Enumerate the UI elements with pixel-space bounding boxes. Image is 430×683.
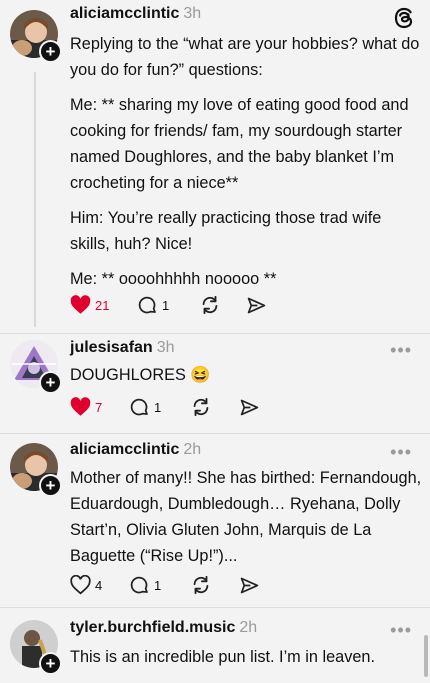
comment-button[interactable]: 1 bbox=[137, 293, 169, 317]
post-text: This is an incredible pun list. I’m in l… bbox=[70, 644, 422, 679]
post-time: 3h bbox=[183, 5, 202, 22]
share-icon bbox=[240, 577, 259, 593]
repost-icon bbox=[193, 575, 209, 595]
like-count: 4 bbox=[95, 577, 103, 593]
post-time: 3h bbox=[156, 339, 175, 356]
post-paragraph: Replying to the “what are your hobbies? … bbox=[70, 35, 420, 79]
reply-count: 1 bbox=[154, 399, 162, 415]
more-icon[interactable]: ••• bbox=[390, 620, 412, 641]
username[interactable]: aliciamcclintic 2h bbox=[70, 441, 201, 459]
post-paragraph: DOUGHLORES 😆 bbox=[70, 366, 211, 384]
like-count: 7 bbox=[95, 399, 103, 415]
thread-post: + aliciamcclintic 3h Replying to the “wha… bbox=[0, 0, 430, 335]
more-icon[interactable]: ••• bbox=[390, 442, 412, 463]
share-button[interactable] bbox=[239, 395, 260, 419]
comment-button[interactable]: 1 bbox=[129, 395, 161, 419]
scrollbar[interactable] bbox=[424, 635, 428, 677]
share-icon bbox=[247, 297, 266, 313]
heart-icon bbox=[70, 575, 91, 595]
repost-button[interactable] bbox=[199, 293, 221, 317]
reply-count: 1 bbox=[154, 577, 162, 593]
share-icon bbox=[240, 399, 259, 415]
comment-icon bbox=[130, 398, 148, 415]
thread-post: + tyler.burchfield.music 2h ••• This is a… bbox=[0, 608, 430, 683]
like-button[interactable]: 4 bbox=[70, 573, 102, 597]
thread-post: + julesisafan 3h ••• DOUGHLORES 😆 7 1 bbox=[0, 334, 430, 434]
username[interactable]: aliciamcclintic 3h bbox=[70, 5, 201, 23]
comment-icon bbox=[138, 296, 156, 313]
share-button[interactable] bbox=[239, 573, 260, 597]
more-icon[interactable]: ••• bbox=[390, 340, 412, 361]
post-paragraph: Him: You’re really practicing those trad… bbox=[70, 209, 382, 253]
like-button[interactable]: 21 bbox=[70, 293, 109, 317]
thread-connector-line bbox=[34, 72, 36, 327]
repost-icon bbox=[202, 295, 218, 315]
post-paragraph: This is an incredible pun list. I’m in l… bbox=[70, 648, 375, 666]
heart-icon bbox=[70, 397, 91, 416]
share-button[interactable] bbox=[246, 293, 267, 317]
post-time: 2h bbox=[239, 619, 258, 636]
comment-button[interactable]: 1 bbox=[129, 573, 161, 597]
follow-plus-icon[interactable]: + bbox=[39, 474, 62, 497]
post-text: DOUGHLORES 😆 bbox=[70, 362, 422, 397]
follow-plus-icon[interactable]: + bbox=[39, 652, 62, 675]
reply-count: 1 bbox=[162, 297, 170, 313]
comment-icon bbox=[130, 576, 148, 593]
follow-plus-icon[interactable]: + bbox=[39, 40, 62, 63]
follow-plus-icon[interactable]: + bbox=[39, 371, 62, 394]
heart-icon bbox=[70, 295, 91, 314]
username[interactable]: tyler.burchfield.music 2h bbox=[70, 619, 257, 637]
repost-icon bbox=[193, 397, 209, 417]
thread-post: + aliciamcclintic 2h ••• Mother of many!!… bbox=[0, 434, 430, 614]
repost-button[interactable] bbox=[190, 395, 212, 419]
like-count: 21 bbox=[95, 297, 110, 313]
post-paragraph: Me: ** oooohhhhh nooooo ** bbox=[70, 270, 277, 288]
post-text: Mother of many!! She has birthed: Fernan… bbox=[70, 465, 422, 578]
repost-button[interactable] bbox=[190, 573, 212, 597]
post-paragraph: Me: ** sharing my love of eating good fo… bbox=[70, 96, 409, 192]
post-time: 2h bbox=[183, 441, 202, 458]
username[interactable]: julesisafan 3h bbox=[70, 339, 175, 357]
post-text: Replying to the “what are your hobbies? … bbox=[70, 31, 422, 301]
post-paragraph: Mother of many!! She has birthed: Fernan… bbox=[70, 469, 422, 565]
like-button[interactable]: 7 bbox=[70, 395, 102, 419]
